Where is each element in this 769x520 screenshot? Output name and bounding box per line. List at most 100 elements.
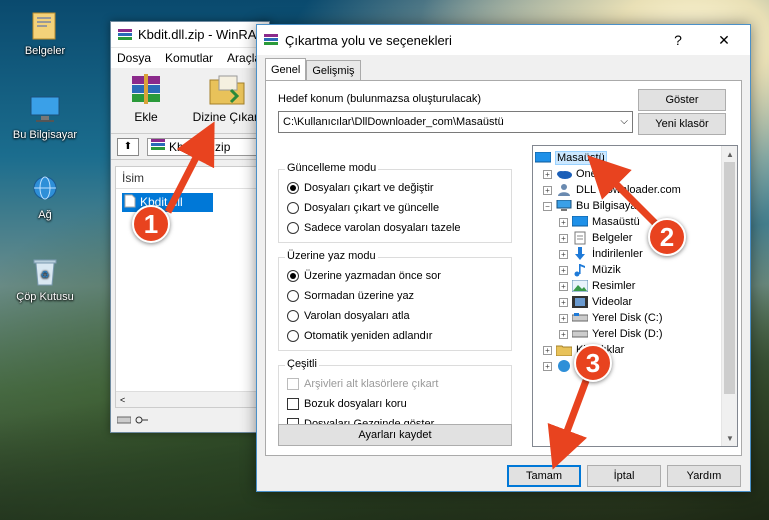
desktop-icon-documents[interactable]: Belgeler [8,8,82,57]
file-list[interactable]: İsim Kbdit.dll < [115,166,269,408]
expand-icon[interactable]: + [543,345,552,355]
tree-node-label: Yerel Disk (D:) [592,328,663,340]
destination-path-combo[interactable]: C:\Kullanıcılar\DllDownloader_com\Masaüs… [278,111,633,133]
expand-icon[interactable]: + [543,361,552,371]
option-label: Bozuk dosyaları koru [304,398,407,410]
folder-tree[interactable]: Masaüstü + OneDrive + DLL Downloader.com… [532,145,738,447]
tree-node-downloads[interactable]: + İndirilenler [559,246,643,262]
close-icon[interactable]: ✕ [704,25,744,55]
desktop-icon-label: Belgeler [24,45,66,57]
overwrite-option-rename[interactable]: Otomatik yeniden adlandır [287,330,432,342]
tree-node-label: İndirilenler [592,248,643,260]
expand-icon[interactable]: + [559,297,568,307]
radio-button[interactable] [287,270,299,282]
winrar-titlebar[interactable]: Kbdit.dll.zip - WinRA [111,22,269,48]
scroll-left-icon[interactable]: < [120,395,125,405]
save-settings-button[interactable]: Ayarları kaydet [278,424,512,446]
tree-node-videos[interactable]: + Videolar [559,294,632,310]
tree-vertical-scrollbar[interactable]: ▲ ▼ [721,146,737,446]
help-button[interactable]: Yardım [667,465,741,487]
tab-general[interactable]: Genel [265,58,307,80]
scroll-down-icon[interactable]: ▼ [722,430,737,446]
key-icon [135,415,149,428]
cancel-button[interactable]: İptal [587,465,661,487]
step-badge-1: 1 [132,205,170,243]
update-option-replace[interactable]: Dosyaları çıkart ve değiştir [287,182,434,194]
expand-icon[interactable]: + [559,265,568,275]
dialog-titlebar[interactable]: Çıkartma yolu ve seçenekleri ? ✕ [257,25,750,55]
dialog-title: Çıkartma yolu ve seçenekleri [285,32,452,48]
tree-node-desktop-root[interactable]: Masaüstü [535,150,607,166]
expand-icon[interactable]: + [543,185,552,195]
collapse-icon[interactable]: − [543,201,552,211]
overwrite-option-skip[interactable]: Varolan dosyaları atla [287,310,410,322]
tree-node-music[interactable]: + Müzik [559,262,621,278]
radio-button[interactable] [287,290,299,302]
folder-documents-icon [28,8,62,42]
tree-node-pc-desktop[interactable]: + Masaüstü [559,214,640,230]
expand-icon[interactable]: + [543,169,552,179]
tree-node-disk-d[interactable]: + Yerel Disk (D:) [559,326,663,342]
step-badge-3: 3 [574,344,612,382]
selected-file[interactable]: Kbdit.dll [122,192,213,212]
tree-node-label: Masaüstü [555,151,607,165]
tree-node-documents[interactable]: + Belgeler [559,230,632,246]
checkbox [287,378,299,390]
downloads-icon [572,247,588,261]
tree-node-label: OneDrive [576,168,623,180]
checkbox[interactable] [287,398,299,410]
up-folder-button[interactable]: ⬆ [117,137,139,156]
tree-node-pictures[interactable]: + Resimler [559,278,635,294]
column-header-name[interactable]: İsim [116,167,268,189]
expand-icon[interactable]: + [559,281,568,291]
expand-icon[interactable]: + [559,313,568,323]
tree-node-user[interactable]: + DLL Downloader.com [543,182,681,198]
tree-node-onedrive[interactable]: + OneDrive [543,166,622,182]
horizontal-scrollbar[interactable]: < [116,391,268,407]
chevron-down-icon[interactable]: ⌵ [620,116,628,127]
tab-advanced[interactable]: Gelişmiş [306,60,361,80]
tree-node-disk-c[interactable]: + Yerel Disk (C:) [559,310,663,326]
overwrite-option-without-prompt[interactable]: Sormadan üzerine yaz [287,290,414,302]
misc-option-keep-broken[interactable]: Bozuk dosyaları koru [287,398,407,410]
scroll-up-icon[interactable]: ▲ [722,146,737,162]
new-folder-button[interactable]: Yeni klasör [638,113,726,135]
menu-commands[interactable]: Komutlar [165,51,213,65]
radio-button[interactable] [287,310,299,322]
ok-button[interactable]: Tamam [507,465,581,487]
extract-to-button[interactable]: Dizine Çıkart [191,72,263,124]
destination-label: Hedef konum (bulunmazsa oluşturulacak) [278,93,481,105]
option-label: Dosyaları çıkart ve güncelle [304,202,440,214]
expand-icon[interactable]: + [559,233,568,243]
tree-node-this-pc[interactable]: − Bu Bilgisayar [543,198,640,214]
winrar-app-icon [117,27,133,43]
desktop-icon-label: Bu Bilgisayar [12,129,78,141]
radio-button[interactable] [287,182,299,194]
scrollbar-thumb[interactable] [724,162,735,394]
expand-icon[interactable]: + [559,217,568,227]
column-name-label: İsim [122,170,144,185]
option-label: Sadece varolan dosyaları tazele [304,222,461,234]
help-title-button[interactable]: ? [658,25,698,55]
destination-path-value: C:\Kullanıcılar\DllDownloader_com\Masaüs… [283,116,504,128]
show-button[interactable]: Göster [638,89,726,111]
update-option-freshen[interactable]: Sadece varolan dosyaları tazele [287,222,461,234]
overwrite-option-ask[interactable]: Üzerine yazmadan önce sor [287,270,441,282]
option-label: Üzerine yazmadan önce sor [304,270,441,282]
expand-icon[interactable]: + [559,249,568,259]
winrar-app-icon [263,32,279,48]
archive-path-field[interactable]: Kbdit.dll.zip [147,137,269,156]
desktop-icon-computer[interactable]: Bu Bilgisayar [8,92,82,141]
desktop-icon [572,215,588,229]
radio-button[interactable] [287,202,299,214]
radio-button[interactable] [287,222,299,234]
add-button[interactable]: Ekle [119,72,173,124]
expand-icon[interactable]: + [559,329,568,339]
up-arrow-icon: ⬆ [123,141,133,152]
desktop-icon-network[interactable]: Ağ [8,172,82,221]
radio-button[interactable] [287,330,299,342]
tree-node-label: Masaüstü [592,216,640,228]
desktop-icon-recycle-bin[interactable]: ♻ Çöp Kutusu [8,254,82,303]
update-option-update[interactable]: Dosyaları çıkart ve güncelle [287,202,439,214]
menu-file[interactable]: Dosya [117,51,151,65]
